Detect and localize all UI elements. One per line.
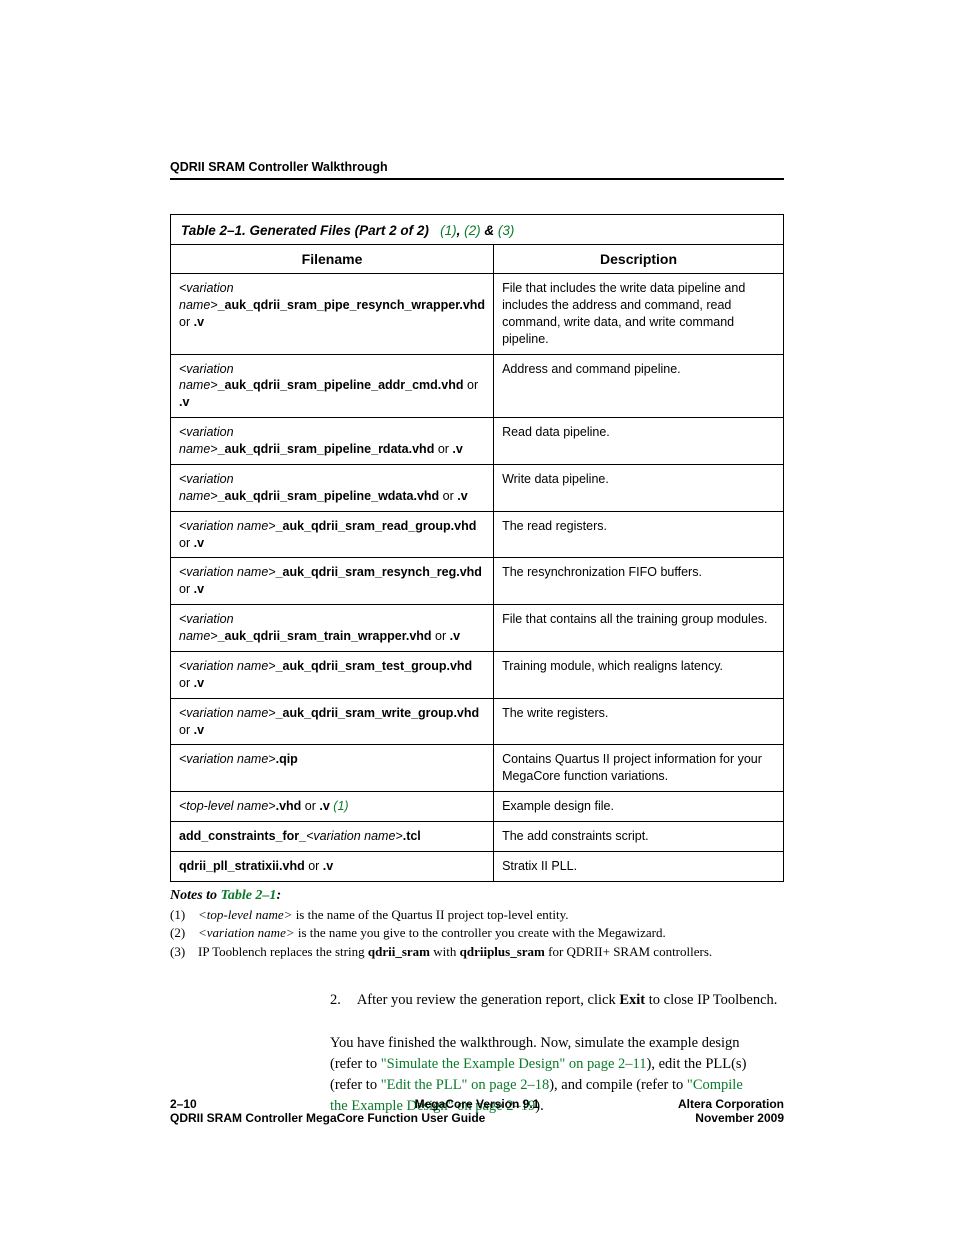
table-row: <variation name>_auk_qdrii_sram_test_gro… <box>171 651 784 698</box>
th-filename: Filename <box>171 245 494 274</box>
table-row: qdrii_pll_stratixii.vhd or .vStratix II … <box>171 851 784 881</box>
table-row: <variation name>_auk_qdrii_sram_read_gro… <box>171 511 784 558</box>
cell-description: The write registers. <box>494 698 784 745</box>
caption-sep: , <box>457 223 465 238</box>
footer-date: November 2009 <box>695 1111 784 1125</box>
table-row: <variation name>_auk_qdrii_sram_write_gr… <box>171 698 784 745</box>
table-row: <variation name>_auk_qdrii_sram_pipe_res… <box>171 274 784 355</box>
cell-description: Example design file. <box>494 792 784 822</box>
cell-description: The resynchronization FIFO buffers. <box>494 558 784 605</box>
notes-list: (1)<top-level name> is the name of the Q… <box>170 906 784 961</box>
cell-description: The add constraints script. <box>494 822 784 852</box>
table-row: <top-level name>.vhd or .v (1)Example de… <box>171 792 784 822</box>
footer-guide-name: QDRII SRAM Controller MegaCore Function … <box>170 1111 485 1125</box>
cell-description: File that contains all the training grou… <box>494 605 784 652</box>
step-text-after: to close IP Toolbench. <box>645 992 777 1008</box>
caption-ref-1[interactable]: (1) <box>440 223 457 238</box>
row-note-ref[interactable]: (1) <box>333 799 348 813</box>
cell-filename: <variation name>_auk_qdrii_sram_resynch_… <box>171 558 494 605</box>
cell-filename: <variation name>.qip <box>171 745 494 792</box>
cell-filename: <variation name>_auk_qdrii_sram_train_wr… <box>171 605 494 652</box>
cell-description: Address and command pipeline. <box>494 354 784 418</box>
table-row: <variation name>_auk_qdrii_sram_train_wr… <box>171 605 784 652</box>
table-row: <variation name>_auk_qdrii_sram_pipeline… <box>171 418 784 465</box>
cell-filename: <variation name>_auk_qdrii_sram_write_gr… <box>171 698 494 745</box>
note-item: (3)IP Tooblench replaces the string qdri… <box>170 943 784 961</box>
cell-description: File that includes the write data pipeli… <box>494 274 784 355</box>
cell-filename: <variation name>_auk_qdrii_sram_pipeline… <box>171 354 494 418</box>
cell-filename: <variation name>_auk_qdrii_sram_pipeline… <box>171 418 494 465</box>
footer-center: MegaCore Version 9.1 <box>170 1097 784 1111</box>
cell-description: Write data pipeline. <box>494 464 784 511</box>
link-simulate[interactable]: "Simulate the Example Design" on page 2–… <box>381 1056 647 1072</box>
cell-description: Stratix II PLL. <box>494 851 784 881</box>
cell-filename: <variation name>_auk_qdrii_sram_test_gro… <box>171 651 494 698</box>
step-number: 2. <box>330 990 354 1011</box>
cell-description: Training module, which realigns latency. <box>494 651 784 698</box>
cell-description: Read data pipeline. <box>494 418 784 465</box>
cell-filename: <variation name>_auk_qdrii_sram_pipe_res… <box>171 274 494 355</box>
caption-ref-3[interactable]: (3) <box>498 223 515 238</box>
notes-heading-ref[interactable]: Table 2–1 <box>221 888 277 903</box>
cell-filename: <top-level name>.vhd or .v (1) <box>171 792 494 822</box>
table-caption: Table 2–1. Generated Files (Part 2 of 2)… <box>170 214 784 244</box>
link-edit-pll[interactable]: "Edit the PLL" on page 2–18 <box>381 1077 550 1093</box>
cell-filename: <variation name>_auk_qdrii_sram_read_gro… <box>171 511 494 558</box>
step-2: 2. After you review the generation repor… <box>330 990 784 1011</box>
caption-amp: & <box>484 223 498 238</box>
cell-description: Contains Quartus II project information … <box>494 745 784 792</box>
cell-filename: qdrii_pll_stratixii.vhd or .v <box>171 851 494 881</box>
th-description: Description <box>494 245 784 274</box>
note-item: (2)<variation name> is the name you give… <box>170 924 784 942</box>
table-row: <variation name>.qipContains Quartus II … <box>171 745 784 792</box>
notes-heading: Notes to Table 2–1: <box>170 888 784 904</box>
notes-heading-prefix: Notes to <box>170 888 221 903</box>
table-row: <variation name>_auk_qdrii_sram_pipeline… <box>171 464 784 511</box>
step-bold: Exit <box>619 992 645 1008</box>
section-rule <box>170 178 784 180</box>
page-footer: MegaCore Version 9.1 2–10 QDRII SRAM Con… <box>170 1097 784 1125</box>
cell-description: The read registers. <box>494 511 784 558</box>
note-item: (1)<top-level name> is the name of the Q… <box>170 906 784 924</box>
step-text-before: After you review the generation report, … <box>357 992 620 1008</box>
closing-text-3: ), and compile (refer to <box>549 1077 687 1093</box>
generated-files-table: Table 2–1. Generated Files (Part 2 of 2)… <box>170 214 784 882</box>
table-row: <variation name>_auk_qdrii_sram_pipeline… <box>171 354 784 418</box>
section-heading: QDRII SRAM Controller Walkthrough <box>170 160 784 174</box>
table-row: add_constraints_for_<variation name>.tcl… <box>171 822 784 852</box>
notes-heading-suffix: : <box>276 888 281 903</box>
caption-text: Table 2–1. Generated Files (Part 2 of 2) <box>181 223 429 238</box>
table-row: <variation name>_auk_qdrii_sram_resynch_… <box>171 558 784 605</box>
cell-filename: <variation name>_auk_qdrii_sram_pipeline… <box>171 464 494 511</box>
caption-ref-2[interactable]: (2) <box>464 223 481 238</box>
cell-filename: add_constraints_for_<variation name>.tcl <box>171 822 494 852</box>
